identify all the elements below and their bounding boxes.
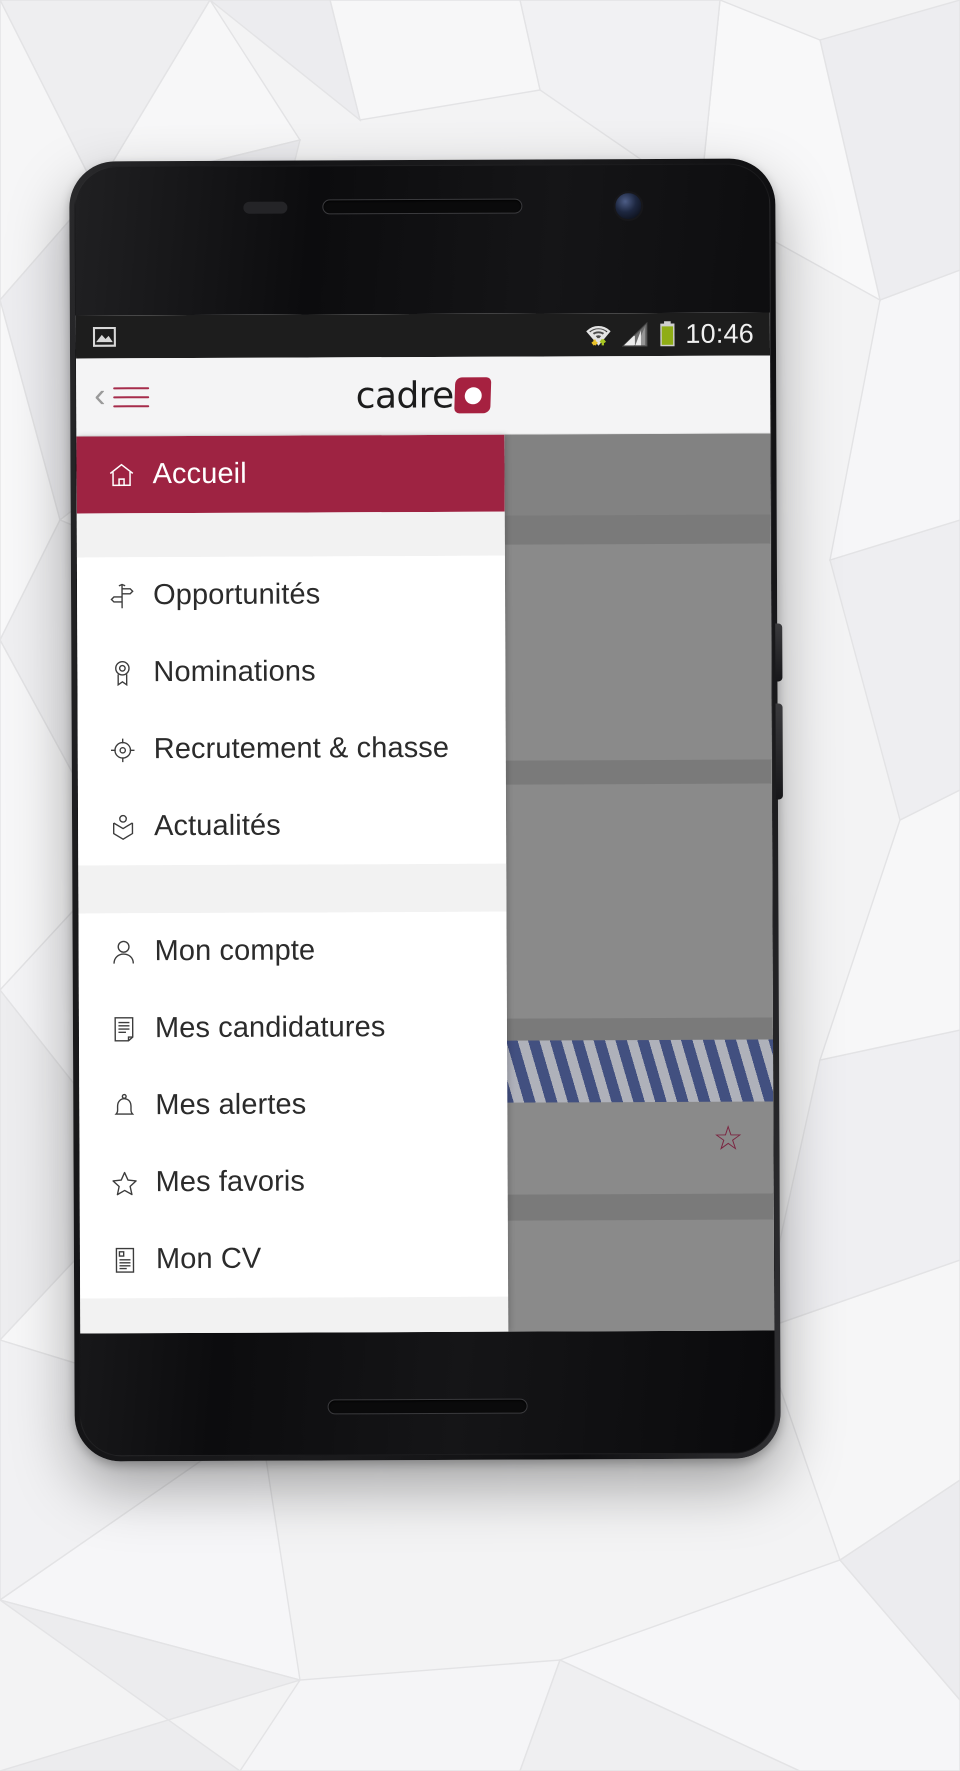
award-icon bbox=[107, 658, 153, 688]
newsfeed-icon bbox=[108, 812, 154, 842]
speaker-grille bbox=[327, 1398, 528, 1415]
sidebar-item-label: Mon compte bbox=[154, 934, 316, 968]
phone-top-bezel bbox=[75, 164, 770, 315]
sidebar-item-mes-alertes[interactable]: Mes alertes bbox=[79, 1065, 508, 1145]
power-button[interactable] bbox=[775, 623, 783, 682]
hamburger-icon[interactable] bbox=[111, 376, 151, 418]
logo-mark-icon bbox=[454, 377, 492, 414]
sidebar-item-label: Actualités bbox=[153, 809, 281, 843]
sidebar-item-mon-cv[interactable]: Mon CV bbox=[79, 1219, 509, 1299]
sidebar-item-recrutement-chasse[interactable]: Recrutement & chasse bbox=[77, 709, 506, 789]
sidebar-item-label: Mes favoris bbox=[155, 1165, 306, 1199]
battery-icon bbox=[659, 321, 676, 348]
navigation-drawer: Accueil Opportunités Nominations Recrute… bbox=[76, 434, 509, 1334]
image-icon bbox=[92, 324, 117, 349]
sidebar-item-label: Accueil bbox=[152, 457, 247, 491]
sidebar-item-label: Mes candidatures bbox=[154, 1011, 386, 1045]
user-icon bbox=[109, 937, 155, 967]
phone-device: 10:46 ‹ cadre ☆ Accueil Opportunités Nom… bbox=[69, 158, 783, 1462]
sidebar-item-accueil[interactable]: Accueil bbox=[76, 434, 505, 514]
cv-document-icon bbox=[110, 1245, 156, 1275]
drawer-separator bbox=[78, 863, 507, 914]
sidebar-item-actualites[interactable]: Actualités bbox=[77, 786, 507, 866]
screen-body: 2178 cabinets /F ☆ nommé Directeur ☆ bbox=[76, 433, 775, 1334]
sidebar-item-mon-compte[interactable]: Mon compte bbox=[78, 911, 507, 991]
sidebar-item-mes-favoris[interactable]: Mes favoris bbox=[79, 1142, 508, 1222]
wifi-icon bbox=[584, 321, 613, 348]
cadreo-logo: cadre bbox=[355, 374, 492, 417]
sidebar-item-mes-candidatures[interactable]: Mes candidatures bbox=[78, 988, 508, 1068]
signpost-icon bbox=[107, 581, 153, 611]
front-camera-icon bbox=[613, 191, 644, 222]
sidebar-item-label: Mes alertes bbox=[155, 1088, 307, 1122]
sidebar-item-label: Nominations bbox=[153, 655, 316, 689]
android-status-bar: 10:46 bbox=[75, 312, 771, 359]
status-bar-clock: 10:46 bbox=[685, 318, 754, 349]
sidebar-item-opportunites[interactable]: Opportunités bbox=[76, 555, 506, 635]
phone-bezel: 10:46 ‹ cadre ☆ Accueil Opportunités Nom… bbox=[74, 163, 776, 1457]
earpiece-grille bbox=[322, 198, 523, 215]
back-button[interactable]: ‹ bbox=[90, 376, 111, 416]
drawer-separator bbox=[76, 511, 505, 558]
signal-icon bbox=[622, 321, 650, 348]
crosshair-icon bbox=[108, 735, 154, 765]
volume-button[interactable] bbox=[775, 703, 783, 800]
sidebar-item-label: Recrutement & chasse bbox=[153, 731, 450, 766]
star-icon bbox=[110, 1168, 156, 1198]
app-header-bar: ‹ cadre bbox=[76, 355, 771, 437]
document-list-icon bbox=[109, 1014, 155, 1044]
sidebar-item-label: Mon CV bbox=[155, 1242, 262, 1276]
bell-icon bbox=[109, 1091, 155, 1121]
logo-wordmark: cadre bbox=[355, 374, 454, 417]
sidebar-item-nominations[interactable]: Nominations bbox=[77, 632, 506, 712]
sidebar-item-label: Opportunités bbox=[152, 578, 321, 612]
favorite-star-icon[interactable]: ☆ bbox=[713, 1120, 744, 1158]
drawer-separator bbox=[80, 1296, 509, 1334]
proximity-sensor-icon bbox=[243, 201, 288, 214]
phone-bottom-bezel bbox=[80, 1330, 775, 1455]
home-icon bbox=[106, 460, 152, 490]
phone-screen: 10:46 ‹ cadre ☆ Accueil Opportunités Nom… bbox=[75, 312, 775, 1334]
